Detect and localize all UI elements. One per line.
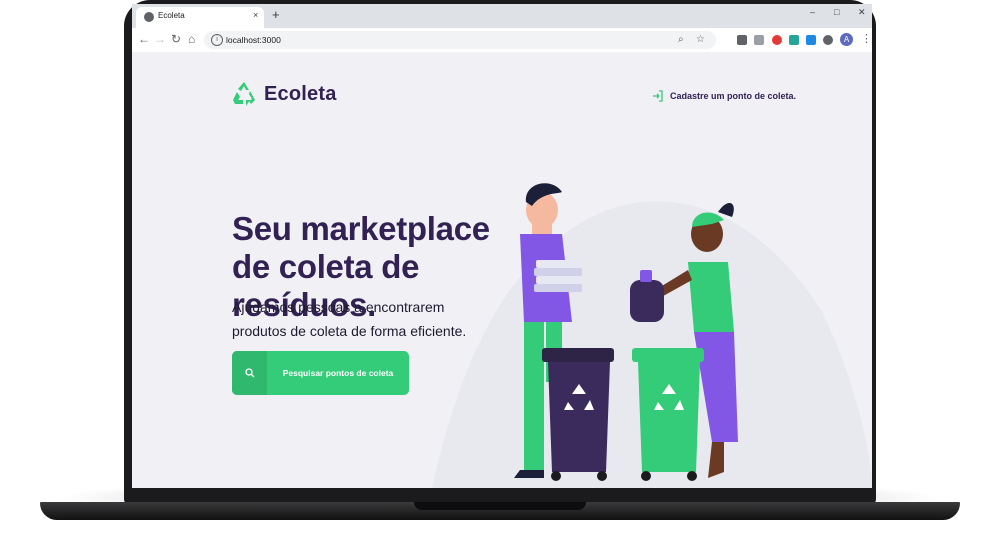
logo[interactable]: Ecoleta xyxy=(232,81,337,107)
brand-name: Ecoleta xyxy=(264,82,337,105)
extension-icon-2[interactable] xyxy=(789,35,799,45)
browser-tab[interactable]: Ecoleta × xyxy=(136,7,264,28)
reload-icon[interactable]: ↻ xyxy=(171,32,181,46)
forward-icon[interactable]: → xyxy=(154,32,166,46)
maximize-button[interactable]: □ xyxy=(834,7,839,17)
search-points-button[interactable]: Pesquisar pontos de coleta xyxy=(232,351,409,395)
tab-title: Ecoleta xyxy=(158,11,185,20)
tab-close-button[interactable]: × xyxy=(253,10,258,20)
login-icon xyxy=(653,90,663,102)
extension-icon-1[interactable] xyxy=(737,35,747,45)
new-tab-button[interactable]: + xyxy=(272,7,280,22)
register-point-link[interactable]: Cadastre um ponto de coleta. xyxy=(652,90,796,102)
camera-icon[interactable] xyxy=(754,35,764,45)
browser-tab-bar: Ecoleta × + – □ ✕ xyxy=(132,4,872,28)
search-icon xyxy=(232,351,267,395)
zoom-icon[interactable]: ⌕ xyxy=(678,34,684,45)
browser-toolbar: ← → ↻ ⌂ i localhost:3000 ☆ ⌕ A ⋮ xyxy=(132,28,872,53)
search-points-label: Pesquisar pontos de coleta xyxy=(282,368,394,378)
globe-icon xyxy=(144,12,154,22)
home-icon[interactable]: ⌂ xyxy=(188,32,195,46)
web-page: Ecoleta Cadastre um ponto de coleta. Seu… xyxy=(132,52,872,488)
puzzle-icon[interactable] xyxy=(823,35,833,45)
translate-icon[interactable] xyxy=(806,35,816,45)
laptop-screen: Ecoleta × + – □ ✕ ← → ↻ ⌂ i localhost:30… xyxy=(132,4,872,488)
register-point-label: Cadastre um ponto de coleta. xyxy=(670,91,797,101)
profile-avatar[interactable]: A xyxy=(840,33,853,46)
info-icon[interactable]: i xyxy=(211,34,223,46)
url-text: localhost:3000 xyxy=(226,35,281,45)
opera-icon[interactable] xyxy=(772,35,782,45)
recycle-icon xyxy=(233,82,255,106)
menu-icon[interactable]: ⋮ xyxy=(861,32,872,45)
address-bar[interactable]: i localhost:3000 ☆ ⌕ xyxy=(204,31,716,49)
laptop-notch xyxy=(414,502,586,510)
star-icon[interactable]: ☆ xyxy=(696,34,705,45)
recycling-illustration xyxy=(514,183,738,481)
back-icon[interactable]: ← xyxy=(138,32,150,46)
close-window-button[interactable]: ✕ xyxy=(858,7,866,18)
minimize-button[interactable]: – xyxy=(810,7,815,17)
